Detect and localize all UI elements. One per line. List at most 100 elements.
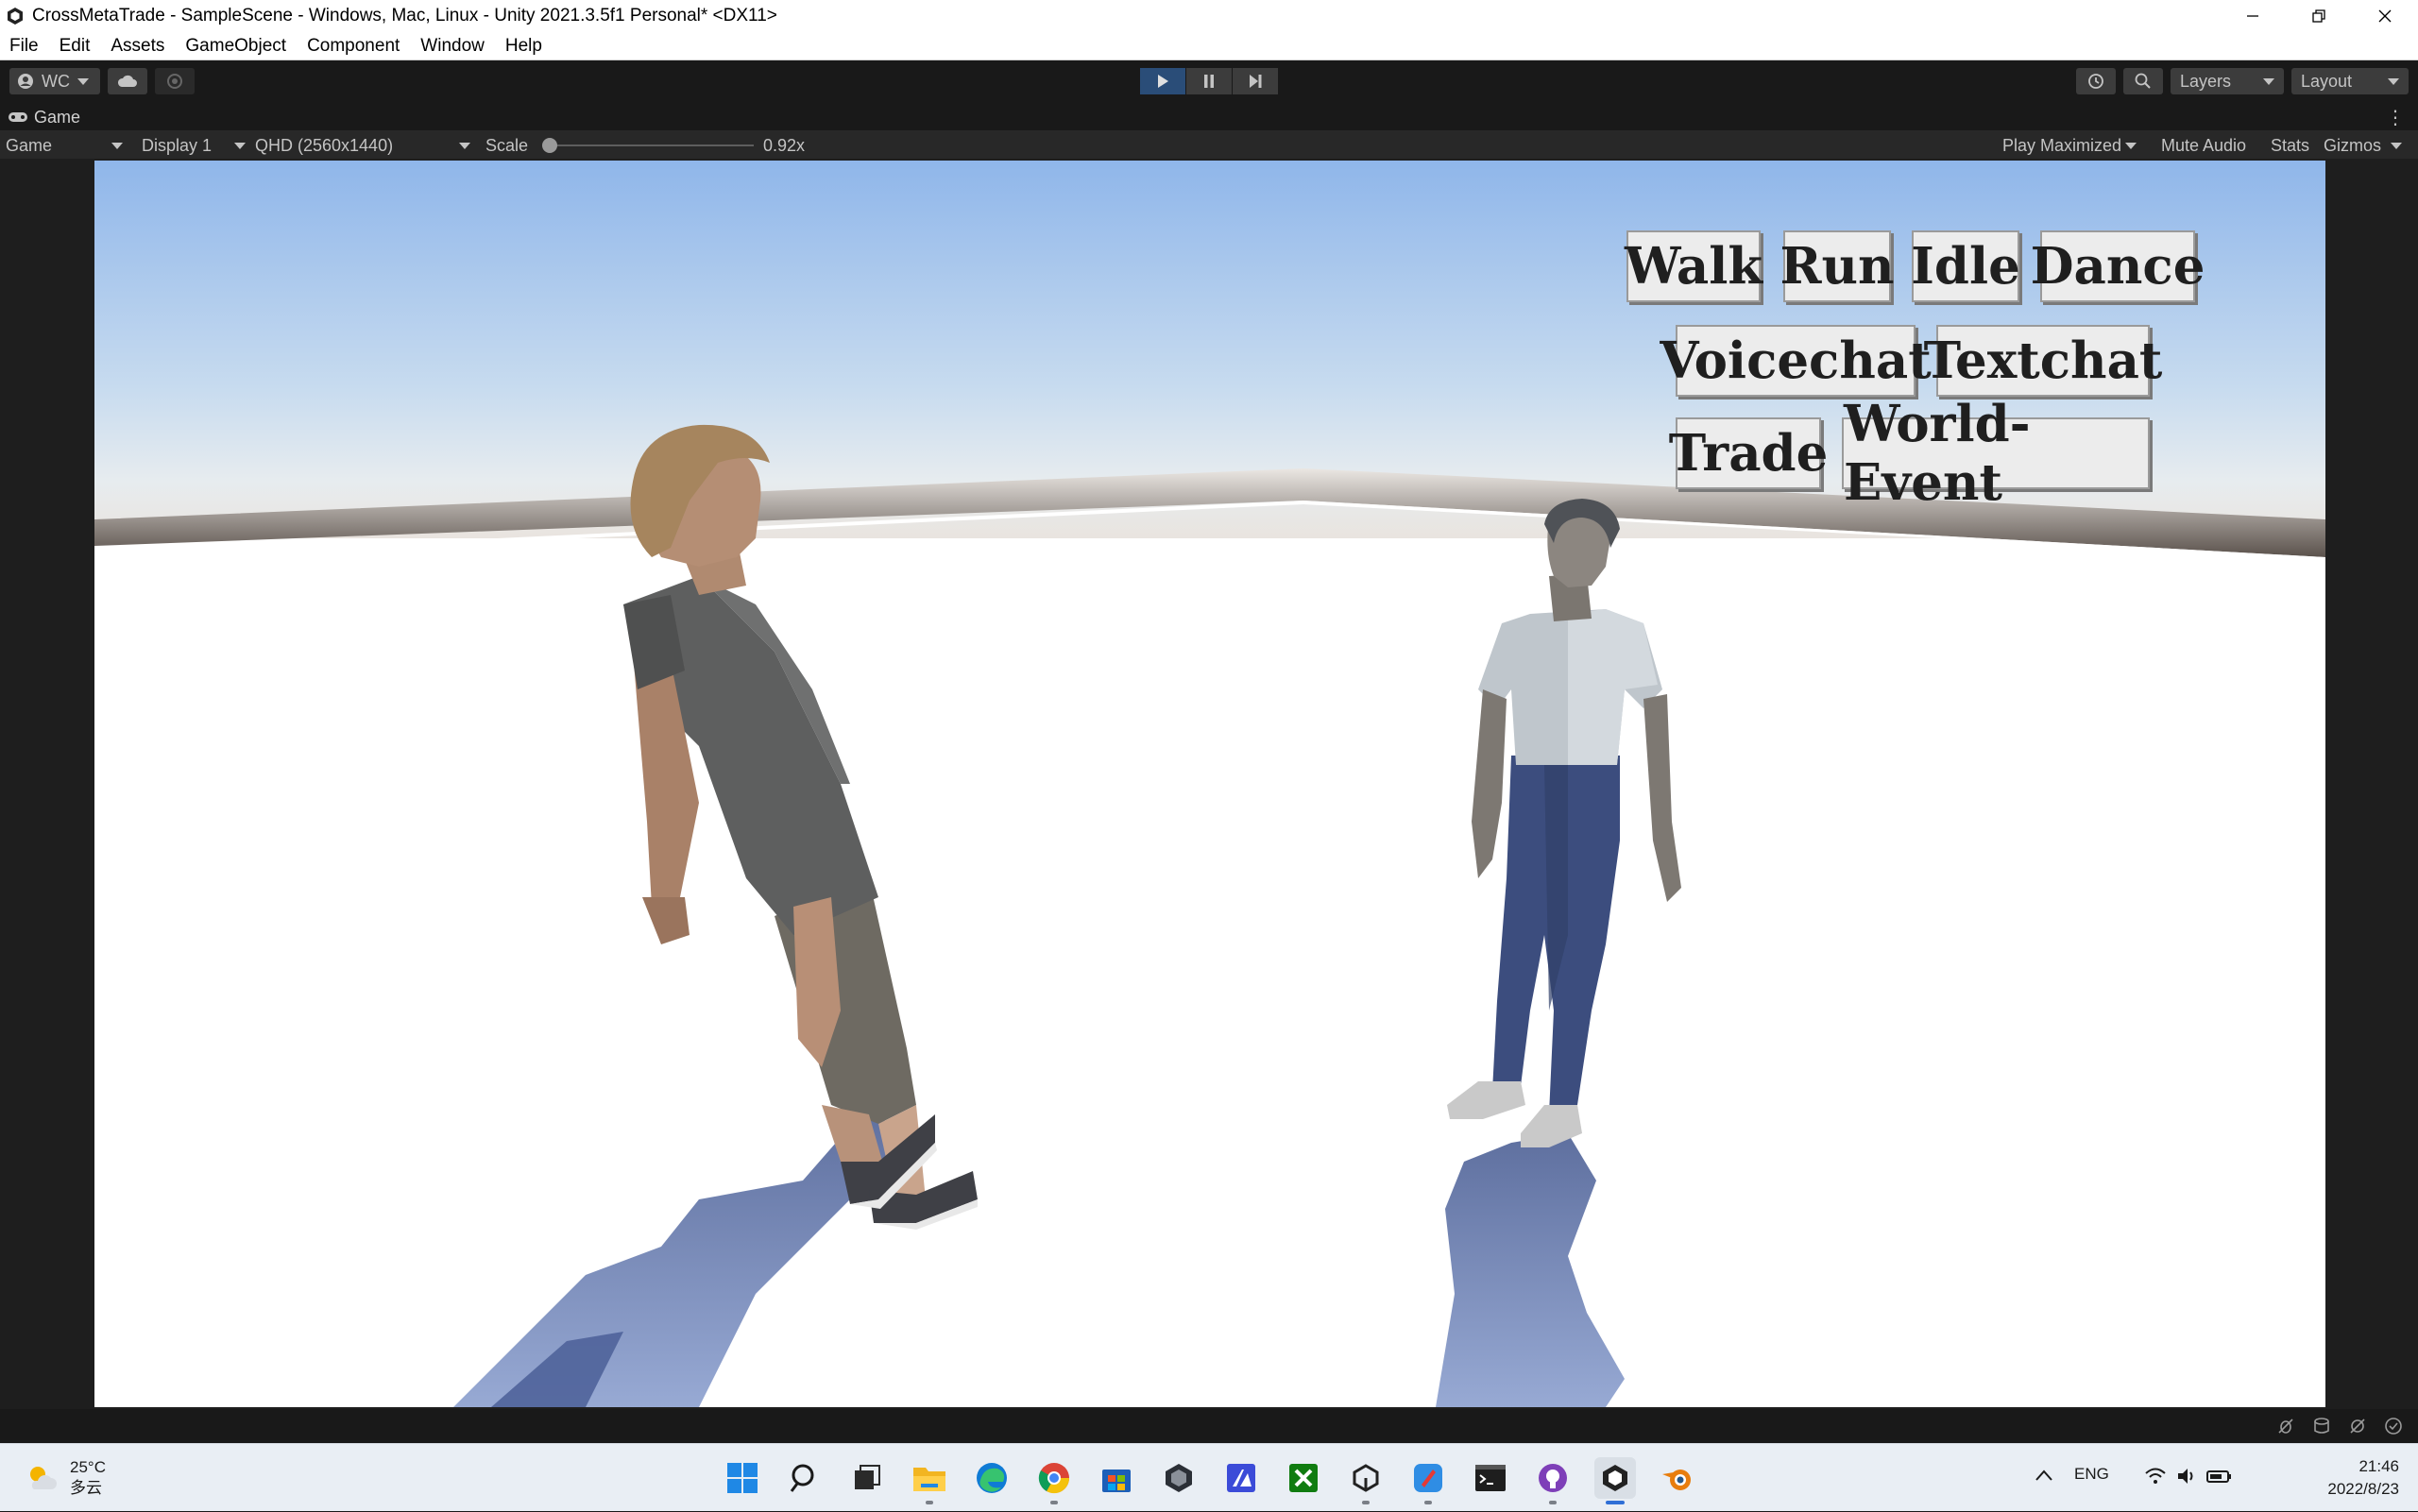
play-button[interactable] xyxy=(1140,68,1185,94)
weather-widget[interactable]: 25°C 多云 xyxy=(25,1453,106,1503)
chevron-down-icon xyxy=(2263,77,2274,85)
search-button[interactable] xyxy=(2123,68,2163,94)
volume-icon[interactable] xyxy=(2176,1467,2197,1486)
menu-component[interactable]: Component xyxy=(307,36,400,57)
main-toolbar: WC Layers Layout xyxy=(0,60,2418,102)
chrome-icon[interactable] xyxy=(1033,1457,1075,1504)
scale-slider-handle[interactable] xyxy=(542,138,558,153)
status-bar xyxy=(0,1409,2418,1443)
account-label: WC xyxy=(42,71,70,91)
world-event-button[interactable]: World-Event xyxy=(1842,395,2150,512)
minimize-button[interactable] xyxy=(2220,0,2286,32)
play-maximized-label: Play Maximized xyxy=(2002,135,2122,155)
battery-icon[interactable] xyxy=(2206,1467,2233,1486)
dance-button[interactable]: Dance xyxy=(2031,230,2205,302)
account-icon xyxy=(18,74,33,89)
unity-editor-icon[interactable] xyxy=(1594,1457,1636,1504)
run-button[interactable]: Run xyxy=(1779,230,1895,302)
cache-icon[interactable] xyxy=(2312,1417,2331,1436)
more-options-icon[interactable]: ⋮ xyxy=(2386,106,2405,129)
wifi-icon[interactable] xyxy=(2144,1467,2167,1486)
textchat-button[interactable]: Textchat xyxy=(1924,325,2162,397)
menu-edit[interactable]: Edit xyxy=(60,36,91,57)
display-dropdown[interactable]: Display 1 xyxy=(142,134,246,157)
chevron-down-icon xyxy=(234,142,246,149)
clock-time: 21:46 xyxy=(2358,1457,2399,1475)
walk-button[interactable]: Walk xyxy=(1625,230,1762,302)
cloud-button[interactable] xyxy=(108,68,147,94)
step-icon xyxy=(1250,75,1262,88)
cloud-icon xyxy=(117,75,137,87)
app-icon[interactable] xyxy=(1407,1457,1449,1504)
edge-icon[interactable] xyxy=(971,1457,1013,1499)
collab-button[interactable] xyxy=(155,68,195,94)
visual-studio-icon[interactable] xyxy=(1220,1457,1262,1499)
pause-button[interactable] xyxy=(1186,68,1232,94)
scale-label: Scale xyxy=(485,135,529,155)
bug-icon[interactable] xyxy=(2276,1417,2295,1436)
menu-help[interactable]: Help xyxy=(505,36,542,57)
history-icon xyxy=(2088,74,2103,89)
restore-icon xyxy=(2312,9,2325,23)
windows-start-icon[interactable] xyxy=(722,1457,763,1499)
partly-cloudy-icon xyxy=(30,1467,57,1489)
system-clock[interactable]: 21:46 2022/8/23 xyxy=(2327,1455,2399,1501)
menu-window[interactable]: Window xyxy=(420,36,485,57)
close-button[interactable] xyxy=(2352,0,2418,32)
close-icon xyxy=(2378,9,2392,23)
stats-toggle[interactable]: Stats xyxy=(2271,134,2309,157)
unity-hub-icon[interactable] xyxy=(1158,1457,1200,1499)
github-icon[interactable] xyxy=(1532,1457,1574,1504)
view-mode-label: Game xyxy=(6,135,53,155)
game-view-toolbar: Game Display 1 QHD (2560x1440) Scale 0.9… xyxy=(0,130,2418,159)
search-icon[interactable] xyxy=(784,1457,826,1499)
menu-assets[interactable]: Assets xyxy=(111,36,164,57)
xbox-icon[interactable] xyxy=(1283,1457,1324,1499)
restore-button[interactable] xyxy=(2286,0,2352,32)
mute-audio-toggle[interactable]: Mute Audio xyxy=(2161,134,2246,157)
system-tray: ENG 21:46 2022/8/23 xyxy=(2021,1444,2418,1512)
tab-game[interactable]: Game xyxy=(8,106,80,128)
undo-history-button[interactable] xyxy=(2076,68,2116,94)
gizmos-dropdown[interactable]: Gizmos xyxy=(2324,134,2403,157)
task-view-icon[interactable] xyxy=(846,1457,888,1499)
terminal-icon[interactable] xyxy=(1470,1457,1511,1499)
layers-label: Layers xyxy=(2180,71,2232,91)
resolution-label: QHD (2560x1440) xyxy=(255,135,394,155)
layers-dropdown[interactable]: Layers xyxy=(2171,68,2284,94)
window-title: CrossMetaTrade - SampleScene - Windows, … xyxy=(32,6,777,25)
layout-label: Layout xyxy=(2301,71,2353,91)
gizmos-label: Gizmos xyxy=(2324,135,2382,155)
chevron-up-icon[interactable] xyxy=(2035,1469,2053,1482)
chevron-down-icon xyxy=(2391,142,2403,149)
pause-icon xyxy=(1204,75,1214,88)
tab-game-label: Game xyxy=(34,107,81,127)
display-label: Display 1 xyxy=(142,135,213,155)
menu-bar: File Edit Assets GameObject Component Wi… xyxy=(0,32,2418,60)
progress-check-icon[interactable] xyxy=(2384,1417,2403,1436)
auto-generate-lighting-icon[interactable] xyxy=(2348,1417,2367,1436)
menu-gameobject[interactable]: GameObject xyxy=(185,36,286,57)
tab-bar: Game ⋮ xyxy=(0,102,2418,130)
play-maximized-dropdown[interactable]: Play Maximized xyxy=(2002,134,2137,157)
chevron-down-icon xyxy=(111,142,123,149)
idle-button[interactable]: Idle xyxy=(1911,230,2020,302)
layout-dropdown[interactable]: Layout xyxy=(2291,68,2409,94)
unity-icon[interactable] xyxy=(1345,1457,1387,1504)
blender-icon[interactable] xyxy=(1657,1457,1698,1499)
view-mode-dropdown[interactable]: Game xyxy=(6,134,123,157)
resolution-dropdown[interactable]: QHD (2560x1440) xyxy=(255,134,470,157)
step-button[interactable] xyxy=(1233,68,1278,94)
language-indicator[interactable]: ENG xyxy=(2074,1465,2109,1484)
account-dropdown[interactable]: WC xyxy=(9,68,100,94)
file-explorer-icon[interactable] xyxy=(909,1457,950,1504)
store-icon[interactable] xyxy=(1096,1457,1137,1499)
chevron-down-icon xyxy=(77,77,89,85)
scale-slider-track[interactable] xyxy=(546,144,754,146)
game-viewport[interactable]: Walk Run Idle Dance Voicechat Textchat T… xyxy=(94,161,2325,1407)
menu-file[interactable]: File xyxy=(9,36,39,57)
unity-logo-icon xyxy=(8,8,23,25)
collab-icon xyxy=(167,74,182,89)
trade-button[interactable]: Trade xyxy=(1669,417,1828,489)
voicechat-button[interactable]: Voicechat xyxy=(1660,325,1932,397)
